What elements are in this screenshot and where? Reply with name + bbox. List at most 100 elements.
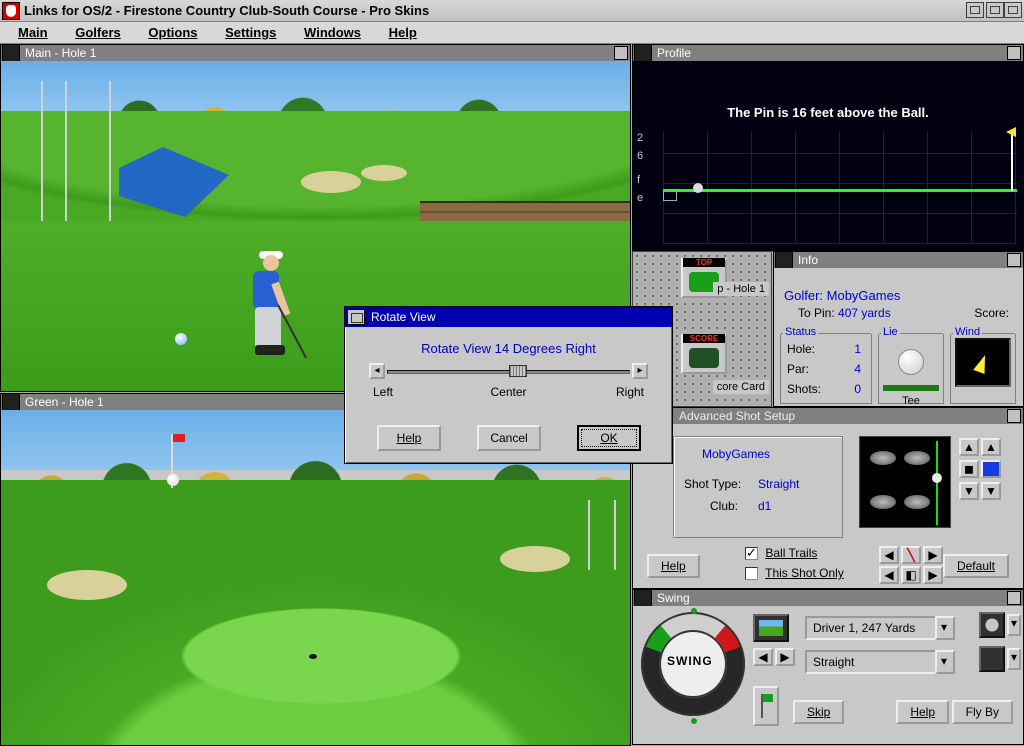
scorecard-button[interactable]: SCORE <box>681 334 727 374</box>
slider-thumb[interactable] <box>509 365 527 377</box>
menu-windows[interactable]: Windows <box>292 22 373 43</box>
shot-shape-value: Straight <box>813 655 854 669</box>
scorecard-label: SCORE <box>683 334 725 343</box>
stance-diagram[interactable] <box>859 436 951 528</box>
app-icon[interactable] <box>2 2 20 20</box>
main-view-max-button[interactable] <box>614 46 628 60</box>
camera-thumb-1[interactable] <box>753 614 789 642</box>
dialog-cancel-button[interactable]: Cancel <box>477 425 541 451</box>
flyby-button[interactable]: Fly By <box>952 700 1013 724</box>
camera-next-button[interactable]: ▶ <box>775 648 795 666</box>
trajectory-icon[interactable] <box>979 646 1005 672</box>
minimize-button[interactable] <box>966 2 984 18</box>
profile-body[interactable]: The Pin is 16 feet above the Ball. 26fe <box>633 61 1023 250</box>
close-button[interactable] <box>1004 2 1022 18</box>
swing-icon[interactable] <box>634 589 652 607</box>
adj-left-button[interactable]: ◀ <box>879 546 899 564</box>
profile-message: The Pin is 16 feet above the Ball. <box>633 105 1023 120</box>
dropdown-icon[interactable] <box>935 650 955 674</box>
info-body: Golfer: MobyGames To Pin: 407 yards Scor… <box>774 268 1023 406</box>
ball-alignment-line <box>936 441 938 525</box>
hole-value: 1 <box>854 342 861 356</box>
adj2-mid-button[interactable]: ◧ <box>901 566 921 584</box>
menu-main[interactable]: Main <box>6 22 60 43</box>
app-title: Links for OS/2 - Firestone Country Club-… <box>24 3 429 18</box>
info-topin: To Pin: 407 yards <box>798 306 891 320</box>
adj-right-button[interactable]: ▶ <box>923 546 943 564</box>
rotate-slider[interactable]: ◂ ▸ <box>369 363 648 381</box>
target-flag-button[interactable] <box>753 686 779 726</box>
this-shot-only-option[interactable]: This Shot Only <box>745 566 844 580</box>
swing-help-button[interactable]: Help <box>896 700 949 724</box>
wind-compass-icon <box>955 338 1011 387</box>
dialog-sysmenu-icon[interactable] <box>347 309 365 325</box>
pole <box>65 81 67 221</box>
slider-right-button[interactable]: ▸ <box>632 363 648 379</box>
info-window: Info Golfer: MobyGames To Pin: 407 yards… <box>773 251 1024 407</box>
this-shot-only-checkbox[interactable] <box>745 567 758 580</box>
profile-titlebar[interactable]: Profile <box>633 45 1023 61</box>
info-titlebar[interactable]: Info <box>774 252 1023 268</box>
menu-options[interactable]: Options <box>136 22 209 43</box>
ball-trails-option[interactable]: Ball Trails <box>745 546 817 560</box>
dialog-help-button[interactable]: Help <box>377 425 441 451</box>
shot-max-button[interactable] <box>1007 409 1021 423</box>
profile-tee-marker <box>663 189 677 201</box>
club-cycle-button[interactable]: ▾ <box>1007 614 1021 636</box>
dialog-ok-button[interactable]: OK <box>577 425 641 451</box>
profile-max-button[interactable] <box>1007 46 1021 60</box>
shot-help-button[interactable]: Help <box>647 554 700 578</box>
swing-titlebar[interactable]: Swing <box>633 590 1023 606</box>
ball-trails-checkbox[interactable] <box>745 547 758 560</box>
menu-golfers[interactable]: Golfers <box>63 22 133 43</box>
dropdown-icon[interactable] <box>935 616 955 640</box>
adj-cancel-button[interactable]: ╲ <box>901 546 921 564</box>
shot-default-button[interactable]: Default <box>943 554 1009 578</box>
adj2-right-button[interactable]: ▶ <box>923 566 943 584</box>
par-label: Par: <box>787 362 809 376</box>
profile-title: Profile <box>657 45 691 61</box>
shot-titlebar[interactable]: Advanced Shot Setup <box>633 408 1023 424</box>
adj2-left-button[interactable]: ◀ <box>879 566 899 584</box>
menubar: Main Golfers Options Settings Windows He… <box>0 22 1024 44</box>
menu-help[interactable]: Help <box>377 22 429 43</box>
bunker <box>500 546 570 572</box>
club-combo[interactable]: Driver 1, 247 Yards <box>805 616 955 640</box>
golfer-figure <box>233 245 313 365</box>
info-icon[interactable] <box>775 251 793 269</box>
camera-prev-button[interactable]: ◀ <box>753 648 773 666</box>
slider-right-label: Right <box>616 385 644 399</box>
shot-type-label: Shot Type: <box>684 477 741 491</box>
info-max-button[interactable] <box>1007 253 1021 267</box>
maximize-button[interactable] <box>986 2 1004 18</box>
swing-max-button[interactable] <box>1007 591 1021 605</box>
main-view-title: Main - Hole 1 <box>25 45 96 61</box>
bunker <box>47 570 127 600</box>
swing-title: Swing <box>657 590 690 606</box>
shots-value: 0 <box>854 382 861 396</box>
stance-up-left-button[interactable]: ▲ <box>959 438 979 456</box>
slider-left-button[interactable]: ◂ <box>369 363 385 379</box>
club-face-icon[interactable] <box>979 612 1005 638</box>
shot-club-label: Club: <box>710 499 738 513</box>
info-score-label: Score: <box>974 306 1009 320</box>
stance-down-right-button[interactable]: ▼ <box>981 482 1001 500</box>
power-tick-icon <box>691 718 697 724</box>
main-view-icon[interactable] <box>2 44 20 62</box>
main-view-titlebar[interactable]: Main - Hole 1 <box>1 45 630 61</box>
dialog-titlebar[interactable]: Rotate View <box>345 307 672 327</box>
stance-mode-button[interactable] <box>981 460 1001 478</box>
green-view-icon[interactable] <box>2 393 20 411</box>
profile-icon[interactable] <box>634 44 652 62</box>
stance-up-right-button[interactable]: ▲ <box>981 438 1001 456</box>
stance-down-left-button[interactable]: ▼ <box>959 482 979 500</box>
hole-label: Hole: <box>787 342 815 356</box>
shot-shape-combo[interactable]: Straight <box>805 650 955 674</box>
skip-button[interactable]: Skip <box>793 700 844 724</box>
shot-shape-cycle-button[interactable]: ▾ <box>1007 648 1021 670</box>
menu-settings[interactable]: Settings <box>213 22 288 43</box>
swing-body: SWING ◀ ▶ Driver 1, 247 Yards ▾ Straight… <box>633 606 1023 744</box>
stance-reset-button[interactable]: ◼ <box>959 460 979 478</box>
info-topin-label: To Pin: <box>798 306 835 320</box>
tee-marker <box>175 333 187 345</box>
